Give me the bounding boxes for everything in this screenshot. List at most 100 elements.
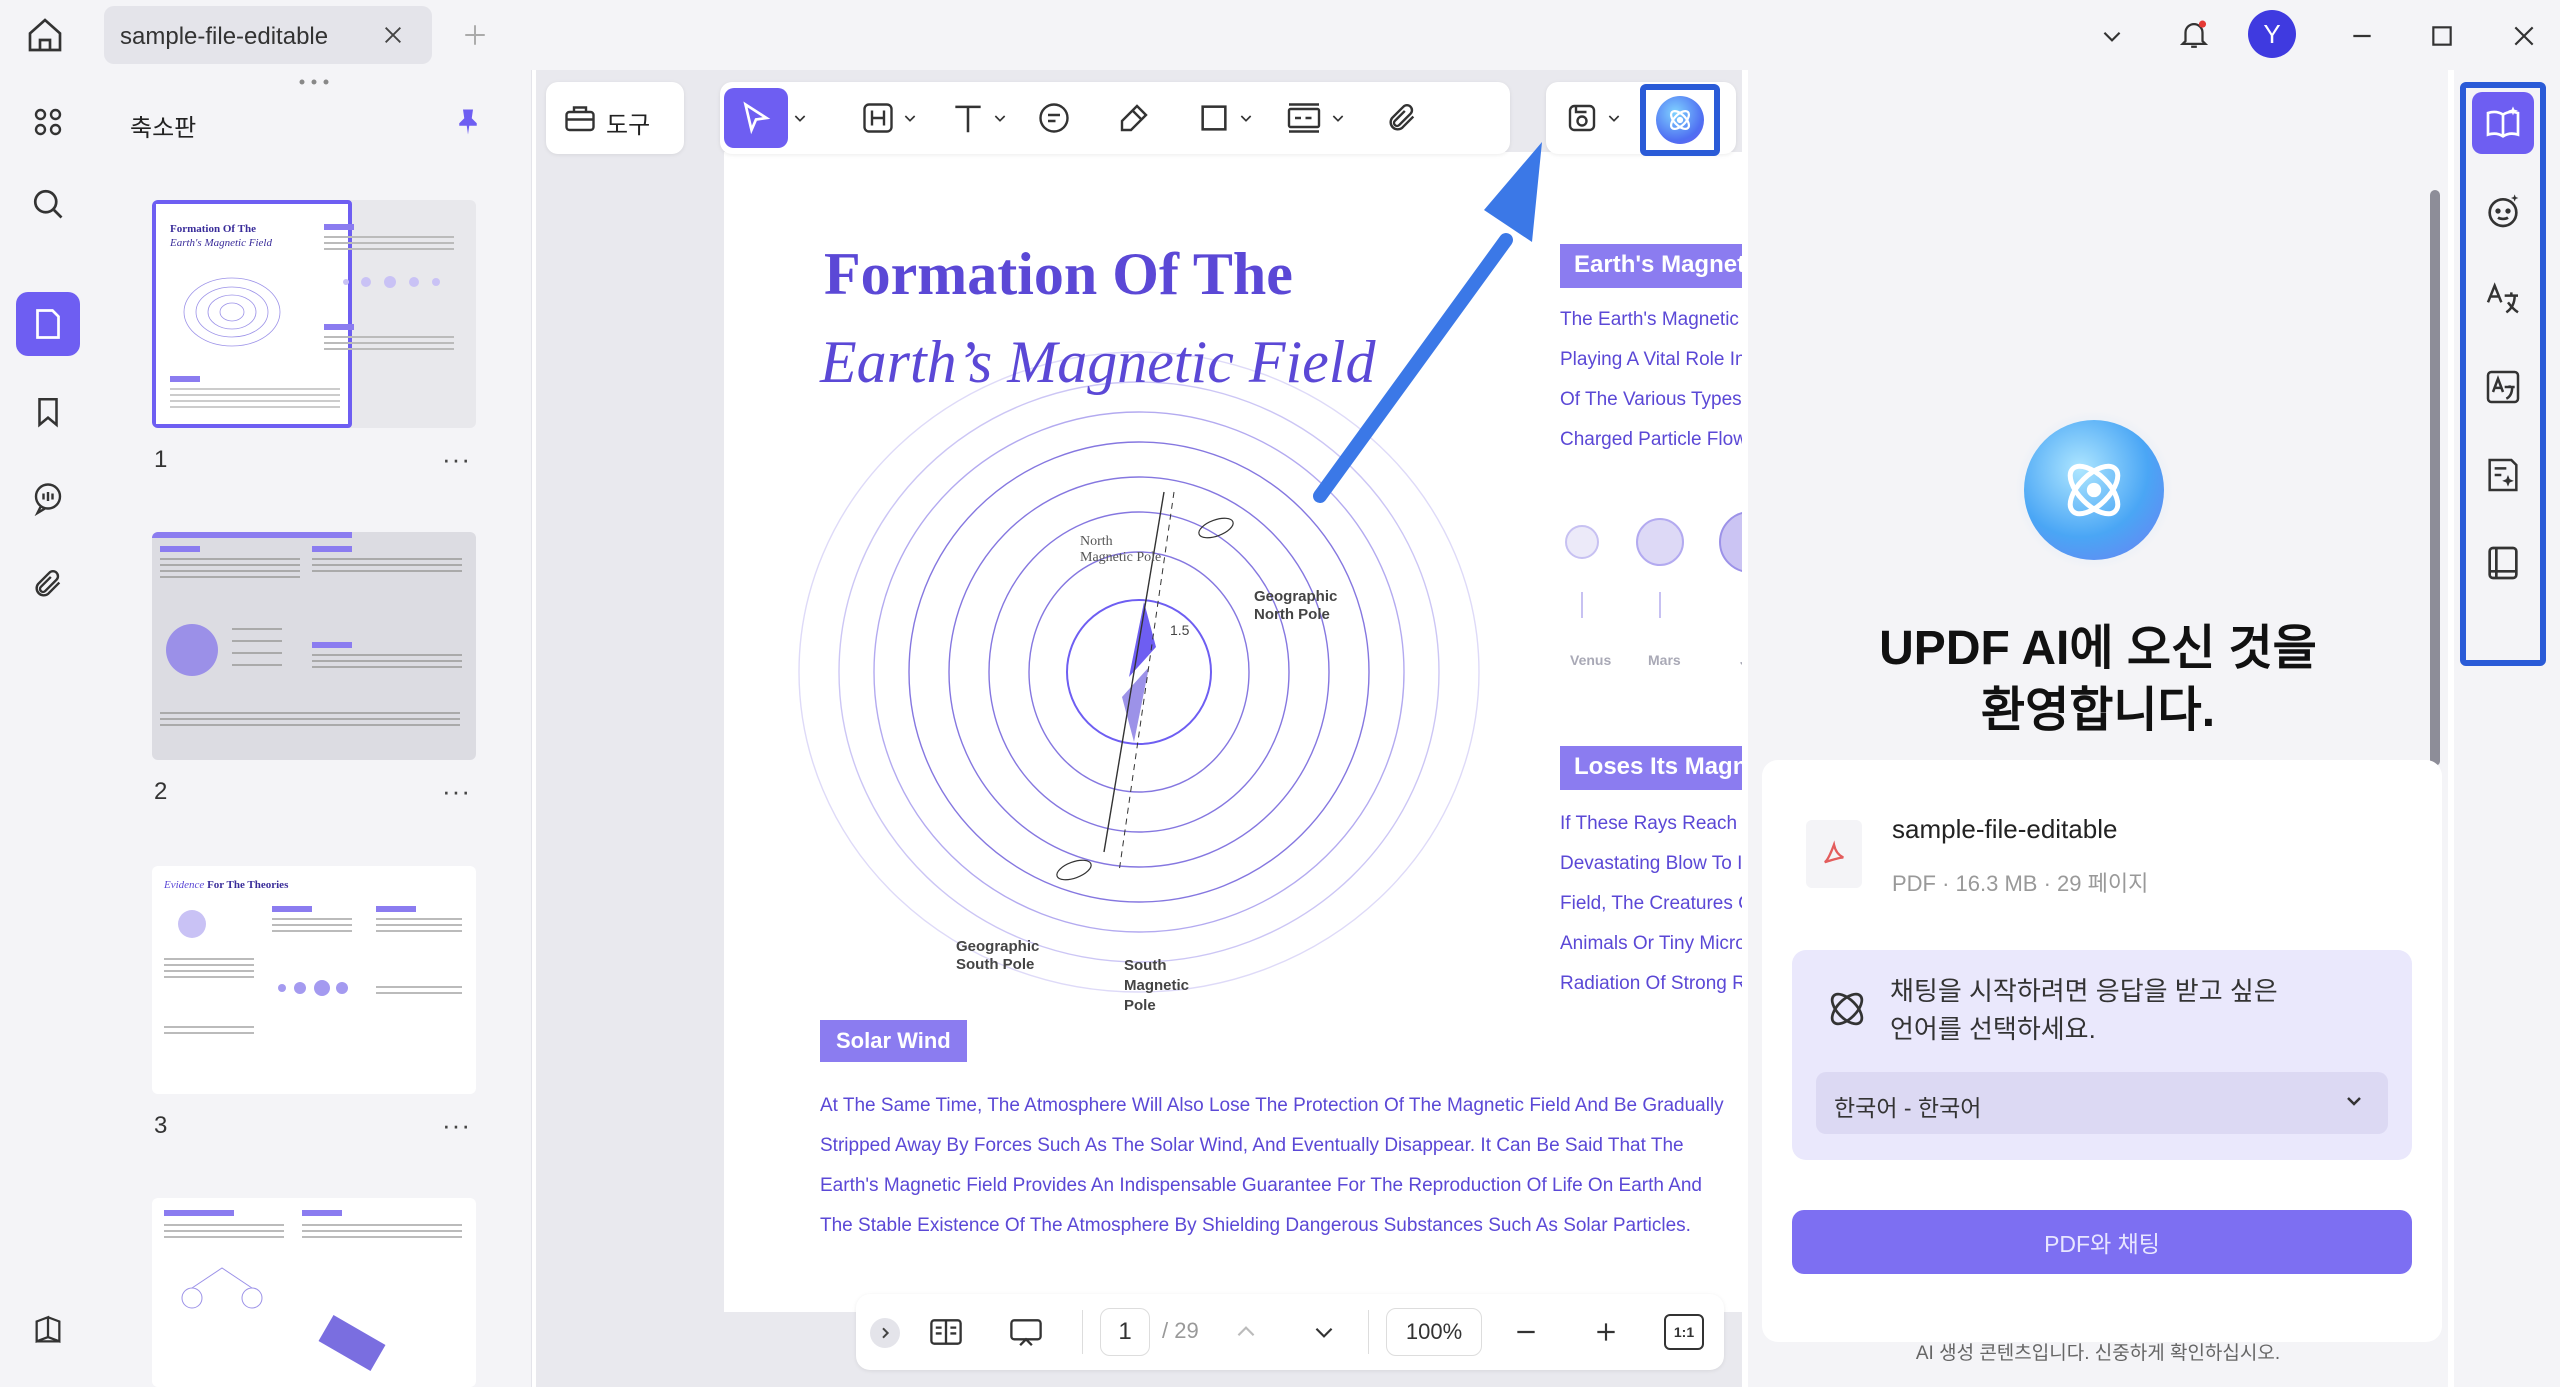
page-thumbnail-1[interactable]: Formation Of The Earth's Magnetic Field xyxy=(152,200,476,428)
left-rail xyxy=(0,70,96,1387)
pdf-file-icon xyxy=(1806,820,1862,888)
chevron-down-icon[interactable] xyxy=(900,106,920,130)
file-name: sample-file-editable xyxy=(1892,814,2118,844)
thumbnail-number: 2 xyxy=(154,778,168,805)
text-tool-icon[interactable] xyxy=(946,96,990,140)
attachment-icon[interactable] xyxy=(24,560,72,608)
ai-language-icon xyxy=(1822,984,1872,1034)
actual-size-button[interactable]: 1:1 xyxy=(1664,1314,1704,1350)
document-tab[interactable]: sample-file-editable xyxy=(104,6,432,64)
diagram-label-south-magnetic: South Magnetic Pole xyxy=(1124,957,1190,1014)
reader-mode-icon[interactable] xyxy=(2472,532,2534,594)
page-thumbnail-4[interactable] xyxy=(152,1198,476,1387)
bell-icon[interactable] xyxy=(2172,12,2216,56)
chat-setup-card: sample-file-editable PDF · 16.3 MB · 29 … xyxy=(1762,760,2442,1342)
search-icon[interactable] xyxy=(24,180,72,228)
pdf-page[interactable]: Formation Of The Earth’s Magnetic Field … xyxy=(724,152,1742,1312)
thumbnails-icon[interactable] xyxy=(16,292,80,356)
chevron-down-icon[interactable] xyxy=(990,106,1010,130)
diagram-label-geo-north: Geographic North Pole xyxy=(1254,588,1338,623)
zoom-level[interactable]: 100% xyxy=(1386,1308,1482,1356)
close-tab-icon[interactable] xyxy=(374,16,412,54)
thumbnail-more-button[interactable]: ··· xyxy=(442,776,471,807)
save-icon[interactable] xyxy=(1560,96,1604,140)
chevron-down-icon xyxy=(2342,1089,2370,1117)
panel-title: 축소판 xyxy=(130,115,197,142)
document-area: Formation Of The Earth’s Magnetic Field … xyxy=(536,70,1742,1387)
chevron-down-icon[interactable] xyxy=(2092,16,2132,56)
page-total: / 29 xyxy=(1162,1318,1199,1343)
tools-button[interactable]: 도구 xyxy=(546,82,684,154)
section-text: The Earth's Magnetic Playing A Vital Rol… xyxy=(1560,309,1742,450)
chevron-down-icon[interactable] xyxy=(790,106,810,130)
zoom-out-icon[interactable] xyxy=(1506,1312,1546,1352)
layers-icon[interactable] xyxy=(24,1306,72,1354)
document-title: Formation Of The xyxy=(824,241,1293,307)
section-text: At The Same Time, The Atmosphere Will Al… xyxy=(820,1095,1724,1236)
page-number-input[interactable]: 1 xyxy=(1100,1308,1150,1356)
avatar[interactable]: Y xyxy=(2248,10,2296,58)
home-icon[interactable] xyxy=(20,10,70,60)
presentation-icon[interactable] xyxy=(1004,1310,1048,1354)
thumbnail-more-button[interactable]: ··· xyxy=(442,444,471,475)
section-heading: Loses Its Magne xyxy=(1560,746,1742,790)
bookmark-icon[interactable] xyxy=(24,388,72,436)
heading-tool-icon[interactable] xyxy=(856,96,900,140)
comment-icon[interactable] xyxy=(24,474,72,522)
ai-logo-icon xyxy=(1656,96,1704,144)
edit-toolbar xyxy=(720,82,1510,154)
svg-text:Formation Of The: Formation Of The xyxy=(170,223,256,235)
thumbnail-number: 1 xyxy=(154,446,168,473)
apps-grid-icon[interactable] xyxy=(24,98,72,146)
section-text: If These Rays Reach Devastating Blow To … xyxy=(1560,813,1742,994)
translate-icon[interactable] xyxy=(2472,268,2534,330)
planet-label: Venus xyxy=(1570,652,1612,668)
ai-disclaimer: AI 생성 콘텐츠입니다. 신중하게 확인하십시오. xyxy=(1915,1343,2281,1364)
zoom-in-icon[interactable] xyxy=(1586,1312,1626,1352)
thumbnail-panel: 축소판 Formation Of The Earth's Magnetic Fi… xyxy=(96,70,532,1387)
page-thumbnail-2[interactable] xyxy=(152,532,476,760)
ai-summary-icon[interactable] xyxy=(2472,444,2534,506)
highlighter-icon[interactable] xyxy=(1112,96,1156,140)
ai-assistant-icon[interactable] xyxy=(2472,92,2534,154)
collapse-chevron-icon[interactable] xyxy=(870,1318,900,1348)
thumbnail-more-button[interactable]: ··· xyxy=(442,1110,471,1141)
chevron-down-icon[interactable] xyxy=(1604,106,1624,130)
pin-icon[interactable] xyxy=(448,102,488,142)
close-window-icon[interactable] xyxy=(2502,14,2546,58)
thumbnail-number: 3 xyxy=(154,1112,168,1139)
save-ai-toolbar xyxy=(1546,82,1736,156)
ocr-translate-icon[interactable] xyxy=(2472,356,2534,418)
chevron-down-icon[interactable] xyxy=(1236,106,1256,130)
comment-tool-icon[interactable] xyxy=(1032,96,1076,140)
title-bar: sample-file-editable Y xyxy=(0,0,2560,70)
select-tool-icon[interactable] xyxy=(724,88,788,148)
rectangle-tool-icon[interactable] xyxy=(1192,96,1236,140)
language-dropdown[interactable]: 한국어 - 한국어 xyxy=(1816,1072,2388,1134)
ai-chat-icon[interactable] xyxy=(2472,180,2534,242)
diagram-label-geo-south: Geographic South Pole xyxy=(956,938,1040,973)
chevron-down-icon[interactable] xyxy=(1304,1312,1344,1352)
toolbox-icon xyxy=(558,96,602,140)
ai-logo-icon xyxy=(2024,420,2164,560)
ai-panel: UPDF AI에 오신 것을 환영합니다. sample-file-editab… xyxy=(1748,70,2448,1387)
updf-ai-button[interactable] xyxy=(1640,84,1720,156)
section-heading: Earth's Magnetic xyxy=(1560,244,1742,288)
tab-title: sample-file-editable xyxy=(120,23,329,50)
drag-handle[interactable] xyxy=(296,78,336,86)
diagram-label-north-magnetic: North Magnetic Pole xyxy=(1080,534,1162,565)
new-tab-icon[interactable] xyxy=(456,16,494,54)
minimize-icon[interactable] xyxy=(2340,14,2384,58)
maximize-icon[interactable] xyxy=(2420,14,2464,58)
page-thumbnail-3[interactable]: Evidence For The Theories xyxy=(152,866,476,1094)
attach-tool-icon[interactable] xyxy=(1380,96,1424,140)
chevron-down-icon[interactable] xyxy=(1328,106,1348,130)
diagram-label-angle: 1.5 xyxy=(1170,622,1190,638)
welcome-heading: UPDF AI에 오신 것을 환영합니다. xyxy=(1879,622,2317,737)
form-tool-icon[interactable] xyxy=(1280,96,1328,140)
language-prompt: 채팅을 시작하려면 응답을 받고 싶은 언어를 선택하세요. xyxy=(1890,976,2278,1044)
page-layout-icon[interactable] xyxy=(924,1310,968,1354)
tools-label: 도구 xyxy=(606,112,651,139)
chevron-up-icon[interactable] xyxy=(1226,1312,1266,1352)
chat-with-pdf-button[interactable]: PDF와 채팅 xyxy=(1792,1210,2412,1274)
